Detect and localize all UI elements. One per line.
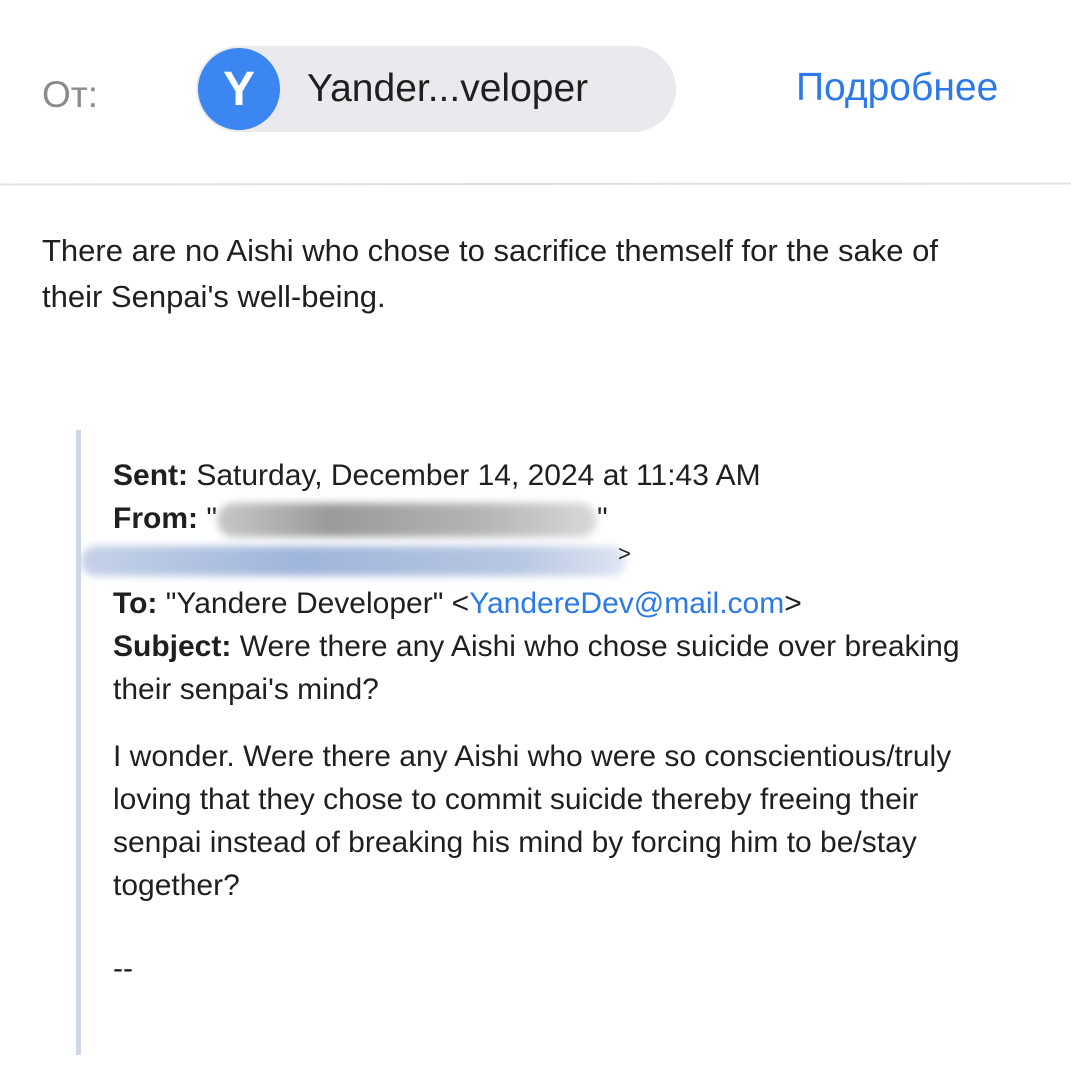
details-link[interactable]: Подробнее (796, 66, 998, 110)
quoted-to-line: To: "Yandere Developer" <YandereDev@mail… (113, 582, 1013, 625)
quoted-message: Sent: Saturday, December 14, 2024 at 11:… (76, 430, 1041, 1055)
subject-label: Subject: (113, 630, 232, 663)
from-label-quoted: From: (113, 502, 198, 535)
sent-value: Saturday, December 14, 2024 at 11:43 AM (196, 459, 761, 492)
from-open-quote: " (206, 502, 217, 535)
redacted-sender-name (217, 503, 597, 538)
redacted-sender-email (81, 546, 626, 576)
from-close-quote: " (597, 502, 608, 535)
to-email-link[interactable]: YandereDev@mail.com (469, 587, 784, 620)
sent-label: Sent: (113, 459, 188, 492)
to-label: To: (113, 587, 158, 620)
subject-value: Were there any Aishi who chose suicide o… (113, 630, 960, 706)
sender-avatar: Y (198, 48, 280, 130)
quoted-sent-line: Sent: Saturday, December 14, 2024 at 11:… (113, 454, 1013, 497)
message-header: От: Y Yander...veloper Подробнее (0, 0, 1071, 185)
quoted-body: I wonder. Were there any Aishi who were … (113, 740, 952, 902)
sender-chip[interactable]: Y Yander...veloper (196, 46, 676, 132)
quoted-content: Sent: Saturday, December 14, 2024 at 11:… (81, 454, 1013, 990)
reply-body: There are no Aishi who chose to sacrific… (42, 233, 939, 314)
from-email-close: > (618, 541, 631, 566)
sender-name: Yander...veloper (307, 67, 589, 110)
to-name: "Yandere Developer" < (165, 587, 470, 620)
header-divider (0, 182, 1071, 186)
from-label: От: (42, 74, 99, 115)
quoted-from-email-line: > (81, 541, 1013, 576)
quoted-from-line: From: " " (113, 497, 1013, 540)
to-close: > (784, 587, 802, 620)
quoted-signature: -- (113, 952, 133, 985)
quoted-subject-line: Subject: Were there any Aishi who chose … (113, 625, 1013, 711)
